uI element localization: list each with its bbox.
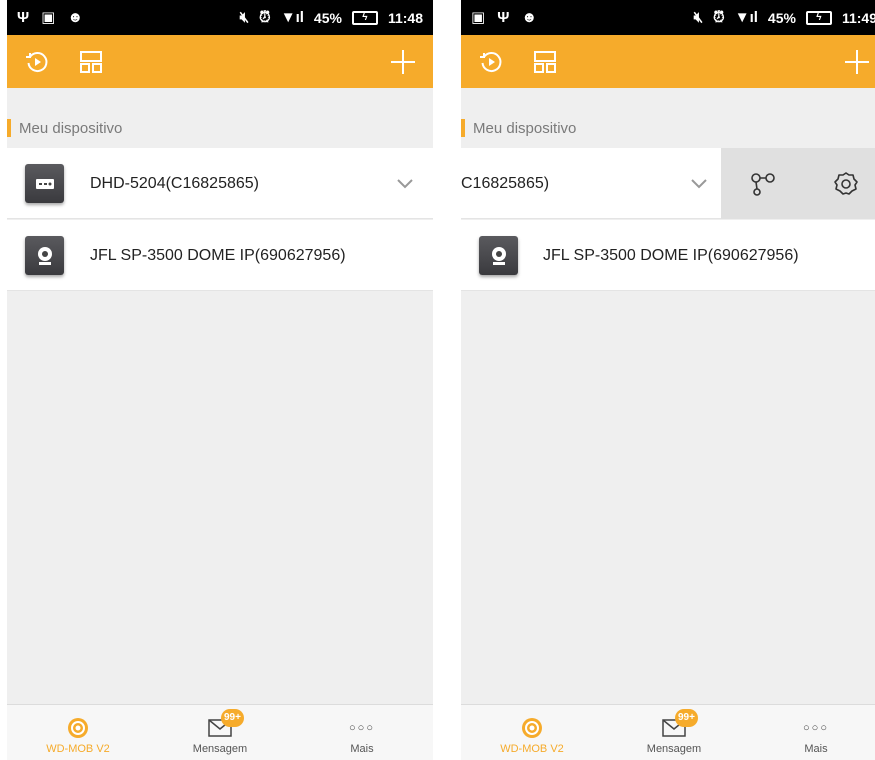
tab-label: Mensagem bbox=[192, 743, 248, 755]
tab-label: Mensagem bbox=[646, 743, 702, 755]
layout-button[interactable] bbox=[75, 46, 107, 78]
tab-more[interactable]: ○○○ Mais bbox=[291, 705, 433, 760]
phone-screen-2: ▣ Ψ ☻ 🔇︎ ⏰︎ ▼ıl 45% ϟ 11:49 Meu disposit… bbox=[461, 0, 875, 760]
home-target-icon bbox=[65, 717, 91, 739]
usb-icon: Ψ bbox=[497, 9, 510, 26]
ip-camera-icon bbox=[479, 236, 518, 275]
dvr-recorder-icon bbox=[25, 164, 64, 203]
tab-messages[interactable]: 99+ Mensagem bbox=[603, 705, 745, 760]
home-target-icon bbox=[519, 717, 545, 739]
mute-icon: 🔇︎ bbox=[693, 9, 704, 26]
image-icon: ▣ bbox=[41, 9, 56, 26]
toolbar bbox=[461, 35, 875, 88]
device-row-dvr-swiped[interactable]: C16825865) bbox=[461, 148, 875, 219]
battery-icon: ϟ bbox=[805, 10, 832, 25]
device-row-camera[interactable]: JFL SP-3500 DOME IP(690627956) bbox=[7, 220, 433, 291]
settings-button[interactable] bbox=[804, 148, 875, 219]
tab-label: WD-MOB V2 bbox=[500, 743, 564, 755]
more-dots-icon: ○○○ bbox=[349, 722, 375, 734]
add-device-button[interactable] bbox=[387, 46, 419, 78]
device-row-dvr[interactable]: DHD-5204(C16825865) bbox=[7, 148, 433, 219]
swipe-actions bbox=[721, 148, 875, 219]
section-accent-bar bbox=[461, 119, 465, 137]
image-icon: ▣ bbox=[471, 9, 486, 26]
share-button[interactable] bbox=[721, 148, 804, 219]
wifi-signal-icon: ▼ıl bbox=[280, 9, 304, 26]
layout-grid-icon bbox=[80, 50, 102, 73]
section-accent-bar bbox=[7, 119, 11, 137]
chat-icon: ☻ bbox=[521, 9, 538, 26]
refresh-button[interactable] bbox=[475, 46, 507, 78]
chevron-down-icon[interactable] bbox=[687, 171, 711, 195]
section-title: Meu dispositivo bbox=[19, 119, 123, 137]
plus-icon bbox=[391, 49, 415, 74]
unread-badge: 99+ bbox=[675, 709, 698, 727]
device-label: JFL SP-3500 DOME IP(690627956) bbox=[90, 247, 346, 264]
device-label: C16825865) bbox=[461, 175, 550, 192]
device-row-camera[interactable]: JFL SP-3500 DOME IP(690627956) bbox=[461, 220, 875, 291]
clock: 11:48 bbox=[387, 9, 423, 26]
chat-icon: ☻ bbox=[67, 9, 84, 26]
alarm-icon: ⏰︎ bbox=[259, 9, 271, 26]
usb-icon: Ψ bbox=[17, 9, 30, 26]
tab-more[interactable]: ○○○ Mais bbox=[745, 705, 875, 760]
tab-label: Mais bbox=[350, 743, 374, 755]
layout-grid-icon bbox=[534, 50, 556, 73]
refresh-button[interactable] bbox=[21, 46, 53, 78]
add-device-button[interactable] bbox=[841, 46, 873, 78]
plus-icon bbox=[845, 49, 869, 74]
tab-home[interactable]: WD-MOB V2 bbox=[7, 705, 149, 760]
device-label: DHD-5204(C16825865) bbox=[90, 175, 259, 192]
tab-label: WD-MOB V2 bbox=[46, 743, 110, 755]
settings-gear-icon bbox=[833, 171, 858, 195]
battery-icon: ϟ bbox=[351, 10, 378, 25]
bottom-tab-bar: WD-MOB V2 99+ Mensagem ○○○ Mais bbox=[461, 704, 875, 760]
refresh-play-icon bbox=[480, 51, 502, 72]
tab-messages[interactable]: 99+ Mensagem bbox=[149, 705, 291, 760]
tab-home[interactable]: WD-MOB V2 bbox=[461, 705, 603, 760]
battery-percent: 45% bbox=[767, 9, 796, 26]
bottom-tab-bar: WD-MOB V2 99+ Mensagem ○○○ Mais bbox=[7, 704, 433, 760]
unread-badge: 99+ bbox=[221, 709, 244, 727]
section-header: Meu dispositivo bbox=[7, 110, 433, 146]
device-label: JFL SP-3500 DOME IP(690627956) bbox=[543, 247, 799, 264]
tab-label: Mais bbox=[804, 743, 828, 755]
chevron-down-icon[interactable] bbox=[393, 171, 417, 195]
alarm-icon: ⏰︎ bbox=[713, 9, 725, 26]
mute-icon: 🔇︎ bbox=[239, 9, 250, 26]
wifi-signal-icon: ▼ıl bbox=[734, 9, 758, 26]
battery-percent: 45% bbox=[313, 9, 342, 26]
envelope-icon: 99+ bbox=[207, 709, 244, 739]
phone-screen-1: Ψ ▣ ☻ 🔇︎ ⏰︎ ▼ıl 45% ϟ 11:48 Meu disposit… bbox=[7, 0, 433, 760]
envelope-icon: 99+ bbox=[661, 709, 698, 739]
refresh-play-icon bbox=[26, 51, 48, 72]
clock: 11:49 bbox=[841, 9, 875, 26]
status-bar: ▣ Ψ ☻ 🔇︎ ⏰︎ ▼ıl 45% ϟ 11:49 bbox=[461, 0, 875, 35]
section-header: Meu dispositivo bbox=[461, 110, 875, 146]
more-dots-icon: ○○○ bbox=[803, 722, 829, 734]
status-bar: Ψ ▣ ☻ 🔇︎ ⏰︎ ▼ıl 45% ϟ 11:48 bbox=[7, 0, 433, 35]
section-title: Meu dispositivo bbox=[473, 119, 577, 137]
layout-button[interactable] bbox=[529, 46, 561, 78]
share-icon bbox=[750, 172, 775, 196]
toolbar bbox=[7, 35, 433, 88]
ip-camera-icon bbox=[25, 236, 64, 275]
